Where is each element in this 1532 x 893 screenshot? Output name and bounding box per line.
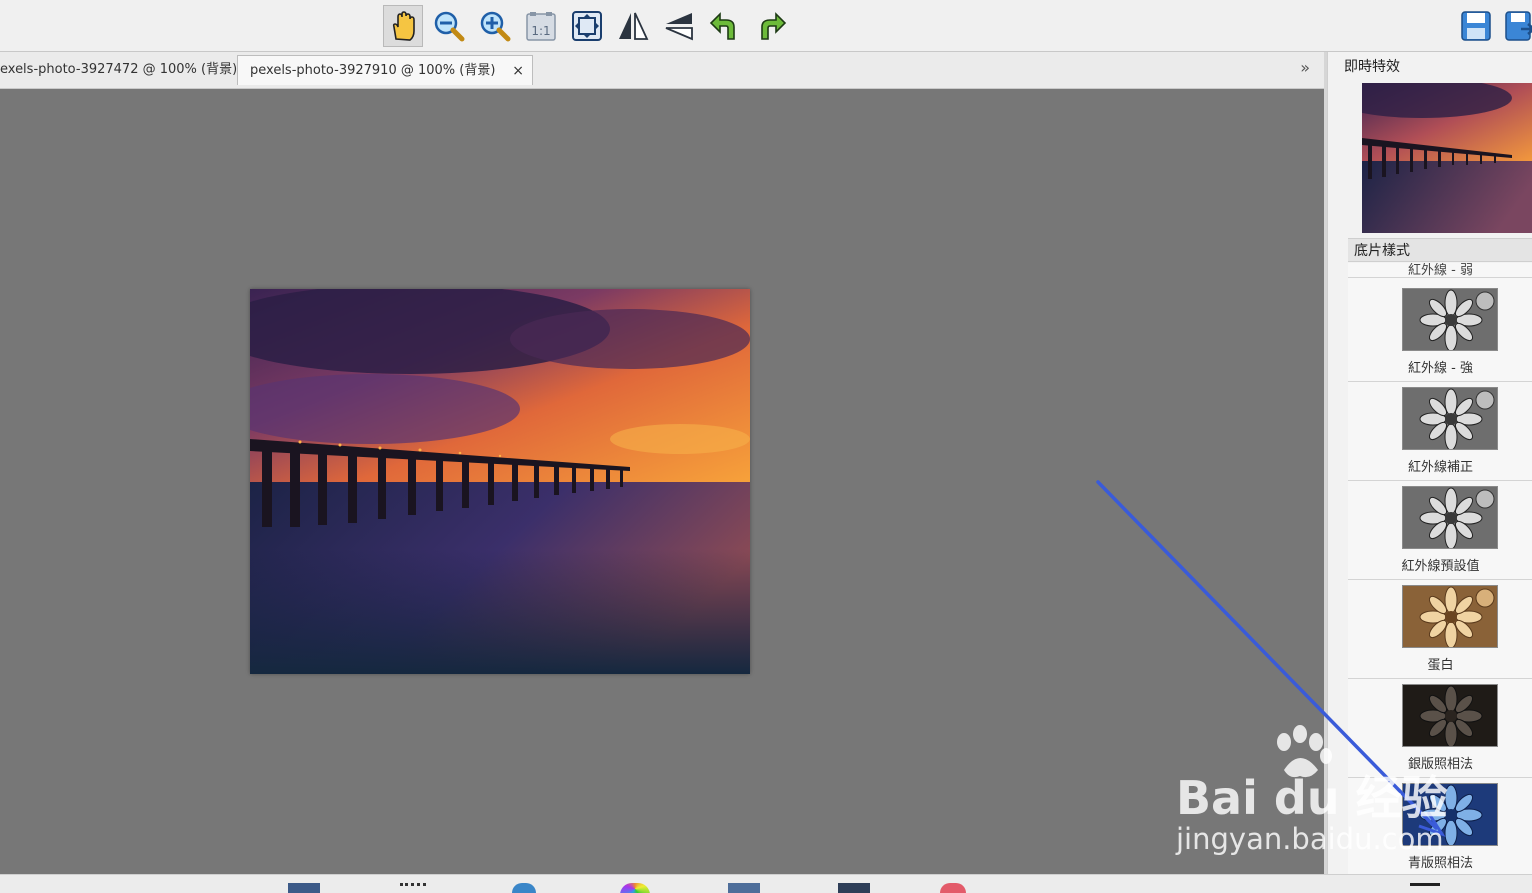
zoom-in-button[interactable] bbox=[475, 5, 515, 47]
flip-vertical-button[interactable] bbox=[659, 5, 699, 47]
effect-preview-thumbnail bbox=[1362, 83, 1532, 233]
rotate-right-icon bbox=[761, 12, 787, 40]
zoom-out-button[interactable] bbox=[429, 5, 469, 47]
effect-item-infrared-default[interactable]: 紅外線預設值 bbox=[1348, 482, 1532, 580]
effect-thumbnail bbox=[1402, 585, 1498, 648]
effect-label-partial: 紅外線 - 弱 bbox=[1408, 263, 1473, 278]
photo-sunset-pier[interactable] bbox=[250, 289, 750, 674]
effect-thumbnail bbox=[1402, 783, 1498, 846]
tab-photo-3927472[interactable]: exels-photo-3927472 @ 100% (背景) bbox=[0, 55, 237, 85]
bottom-toolbar bbox=[0, 874, 1532, 893]
rotate-left-button[interactable] bbox=[705, 5, 745, 47]
zoom-in-icon bbox=[480, 11, 511, 42]
hand-icon bbox=[392, 11, 415, 41]
fit-window-button[interactable] bbox=[567, 5, 607, 47]
effect-label: 紅外線 - 強 bbox=[1408, 361, 1473, 376]
effect-label: 紅外線補正 bbox=[1407, 460, 1473, 475]
flip-horizontal-icon bbox=[619, 12, 649, 40]
flip-horizontal-button[interactable] bbox=[613, 5, 653, 47]
effects-list: 紅外線 - 弱 紅外線 - 強 紅外線補正 紅外線預設值 蛋白 銀版照相法 青版… bbox=[1348, 263, 1532, 874]
live-effects-panel: 即時特效 底片樣式 紅外線 - 弱 紅外線 - 強 紅外線補正 紅外線預設值 蛋… bbox=[1327, 52, 1532, 874]
effect-item-infrared-correction[interactable]: 紅外線補正 bbox=[1348, 383, 1532, 481]
effect-label: 蛋白 bbox=[1427, 658, 1454, 673]
tab-photo-3927910[interactable]: pexels-photo-3927910 @ 100% (背景) × bbox=[237, 55, 533, 85]
save-icon bbox=[1461, 11, 1491, 41]
rotate-left-icon bbox=[709, 12, 735, 40]
effect-item-infrared-strong[interactable]: 紅外線 - 強 bbox=[1348, 284, 1532, 382]
save-as-icon bbox=[1505, 11, 1532, 41]
fit-window-icon bbox=[572, 11, 602, 41]
rotate-right-button[interactable] bbox=[751, 5, 791, 47]
effect-label: 青版照相法 bbox=[1407, 856, 1473, 871]
effect-thumbnail bbox=[1402, 288, 1498, 351]
effect-label: 紅外線預設值 bbox=[1401, 559, 1480, 574]
save-button[interactable] bbox=[1456, 5, 1496, 47]
effect-item-albumen[interactable]: 蛋白 bbox=[1348, 581, 1532, 679]
actual-size-icon: 1:1 bbox=[526, 12, 556, 41]
effect-label: 銀版照相法 bbox=[1407, 757, 1473, 772]
effect-thumbnail bbox=[1402, 486, 1498, 549]
main-toolbar: 1:1 bbox=[0, 0, 1532, 52]
hand-tool-button[interactable] bbox=[383, 5, 423, 47]
effect-item-daguerreotype[interactable]: 銀版照相法 bbox=[1348, 680, 1532, 778]
effect-item-cyanotype[interactable]: 青版照相法 bbox=[1348, 779, 1532, 874]
effect-thumbnail bbox=[1402, 387, 1498, 450]
panel-title: 即時特效 bbox=[1344, 59, 1400, 75]
zoom-out-icon bbox=[434, 11, 465, 42]
section-header-film-style[interactable]: 底片樣式 bbox=[1348, 238, 1532, 262]
actual-size-button[interactable]: 1:1 bbox=[521, 5, 561, 47]
tab-scroll-right-icon[interactable]: » bbox=[1300, 58, 1310, 77]
tab-label: pexels-photo-3927910 @ 100% (背景) bbox=[250, 63, 496, 78]
tab-label: exels-photo-3927472 @ 100% (背景) bbox=[0, 62, 238, 77]
document-tab-bar: exels-photo-3927472 @ 100% (背景) pexels-p… bbox=[0, 52, 1324, 89]
close-icon[interactable]: × bbox=[512, 56, 524, 86]
svg-text:1:1: 1:1 bbox=[531, 24, 550, 38]
flip-vertical-icon bbox=[665, 13, 693, 41]
image-canvas[interactable] bbox=[0, 89, 1324, 874]
effect-thumbnail bbox=[1402, 684, 1498, 747]
save-as-button[interactable] bbox=[1500, 5, 1532, 47]
